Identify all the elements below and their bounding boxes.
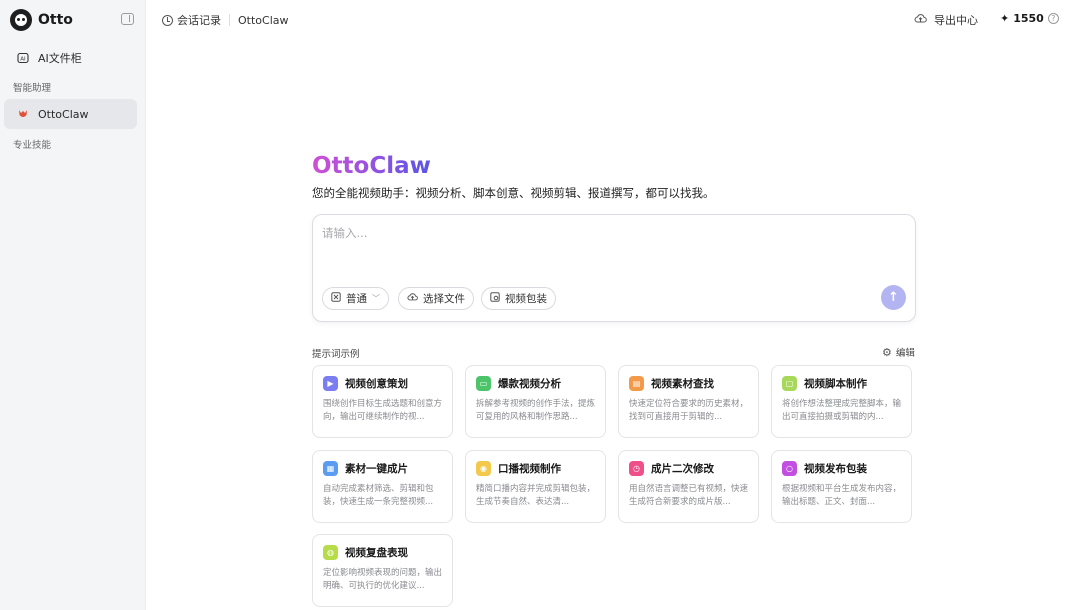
export-label: 导出中心 xyxy=(934,14,978,27)
prompt-card-header: ◷ 成片二次修改 xyxy=(629,461,748,476)
prompt-card-header: ▢ 视频脚本制作 xyxy=(782,376,901,391)
mic-icon: ◉ xyxy=(476,461,491,476)
video-package-button[interactable]: 视频包装 xyxy=(481,287,556,310)
select-file-button[interactable]: 选择文件 xyxy=(398,287,474,310)
play-icon: ▶ xyxy=(323,376,338,391)
mode-label: 普通 xyxy=(346,293,367,305)
prompts-section-label: 提示词示例 xyxy=(312,349,360,360)
claw-icon xyxy=(17,108,29,120)
prompt-card-header: ◉ 口播视频制作 xyxy=(476,461,595,476)
prompt-card[interactable]: ▭ 爆款视频分析拆解参考视频的创作手法，提炼可复用的风格和制作思路... xyxy=(465,365,606,438)
section-label-skills: 专业技能 xyxy=(13,140,52,151)
prompt-card[interactable]: ▢ 视频脚本制作将创作想法整理成完整脚本，输出可直接拍摄或剪辑的内... xyxy=(771,365,912,438)
prompt-card-description: 将创作想法整理成完整脚本，输出可直接拍摄或剪辑的内... xyxy=(782,399,901,422)
prompt-card-title: 视频发布包装 xyxy=(804,463,867,475)
prompt-card-title: 口播视频制作 xyxy=(498,463,561,475)
breadcrumb-divider xyxy=(229,14,230,26)
chevron-down-icon: ﹀ xyxy=(372,294,380,303)
edit-label: 编辑 xyxy=(895,348,915,359)
prompt-card-title: 视频素材查找 xyxy=(651,378,714,390)
help-icon[interactable]: ? xyxy=(1047,13,1059,24)
search-icon: ○ xyxy=(782,461,797,476)
prompt-card-title: 视频复盘表现 xyxy=(345,547,408,559)
prompt-card[interactable]: ○ 视频发布包装根据视频和平台生成发布内容，输出标题、正文、封面... xyxy=(771,450,912,523)
credits-value: 1550 xyxy=(1013,12,1044,25)
prompt-card-title: 视频脚本制作 xyxy=(804,378,867,390)
video-package-label: 视频包装 xyxy=(505,293,547,305)
ai-folder-icon: AI xyxy=(17,52,29,64)
brand[interactable]: Otto xyxy=(10,9,73,31)
prompt-card[interactable]: ◍ 视频复盘表现定位影响视频表现的问题，输出明确、可执行的优化建议... xyxy=(312,534,453,607)
sidebar: Otto AI AI文件柜 智能助理 OttoClaw 专业技能 xyxy=(0,0,146,610)
prompt-card-description: 快速定位符合要求的历史素材，找到可直接用于剪辑的... xyxy=(629,399,748,422)
prompt-card[interactable]: ▦ 素材一键成片自动完成素材筛选、剪辑和包装，快速生成一条完整视频... xyxy=(312,450,453,523)
prompt-card-description: 自动完成素材筛选、剪辑和包装，快速生成一条完整视频... xyxy=(323,484,434,507)
clock-icon xyxy=(162,14,173,26)
prompt-card-title: 视频创意策划 xyxy=(345,378,408,390)
sparkle-icon: ✦ xyxy=(1000,12,1010,25)
breadcrumb-current: OttoClaw xyxy=(238,13,289,27)
prompt-card-title: 成片二次修改 xyxy=(651,463,714,475)
prompt-card-header: ◍ 视频复盘表现 xyxy=(323,545,442,560)
timer-icon: ◷ xyxy=(629,461,644,476)
prompt-card-header: ○ 视频发布包装 xyxy=(782,461,901,476)
prompt-input[interactable] xyxy=(322,226,862,240)
sidebar-item-label: AI文件柜 xyxy=(38,52,82,65)
doc-icon: ▢ xyxy=(782,376,797,391)
section-label-assistants: 智能助理 xyxy=(13,83,52,94)
image-icon: ▤ xyxy=(629,376,644,391)
prompt-card[interactable]: ▶ 视频创意策划围绕创作目标生成选题和创意方向，输出可继续制作的视... xyxy=(312,365,453,438)
brand-name: Otto xyxy=(38,12,73,28)
prompt-card-header: ▦ 素材一键成片 xyxy=(323,461,442,476)
credits-badge[interactable]: ✦ 1550 ? xyxy=(1000,12,1059,25)
prompt-card-header: ▭ 爆款视频分析 xyxy=(476,376,595,391)
otto-logo-icon xyxy=(10,9,32,31)
video-package-icon xyxy=(490,292,500,305)
prompt-card-description: 精简口播内容并完成剪辑包装，生成节奏自然、表达清... xyxy=(476,484,595,507)
prompt-card-title: 爆款视频分析 xyxy=(498,378,561,390)
sidebar-collapse-icon[interactable] xyxy=(121,13,134,25)
mode-icon xyxy=(331,292,341,305)
breadcrumb: 会话记录 OttoClaw xyxy=(162,12,289,28)
prompt-card-description: 根据视频和平台生成发布内容，输出标题、正文、封面... xyxy=(782,484,901,507)
cloud-upload-icon xyxy=(914,13,927,27)
cloud-upload-icon xyxy=(407,292,418,305)
screen-icon: ▭ xyxy=(476,376,491,391)
page-title: OttoClaw xyxy=(312,153,431,179)
sidebar-item-label: OttoClaw xyxy=(38,107,89,121)
film-icon: ▦ xyxy=(323,461,338,476)
svg-text:AI: AI xyxy=(20,56,26,62)
prompt-card-description: 定位影响视频表现的问题，输出明确、可执行的优化建议... xyxy=(323,568,442,591)
export-center-button[interactable]: 导出中心 xyxy=(914,12,978,28)
page-subtitle: 您的全能视频助手：视频分析、脚本创意、视频剪辑、报道撰写，都可以找我。 xyxy=(312,186,715,200)
send-button[interactable]: ↑ xyxy=(881,285,906,310)
sidebar-item-ottoclaw[interactable]: OttoClaw xyxy=(4,99,137,129)
prompt-card[interactable]: ◷ 成片二次修改用自然语言调整已有视频，快速生成符合新要求的成片版... xyxy=(618,450,759,523)
prompt-card-description: 用自然语言调整已有视频，快速生成符合新要求的成片版... xyxy=(629,484,748,507)
topbar: 会话记录 OttoClaw 导出中心 ✦ 1550 ? xyxy=(146,0,1080,38)
prompt-card-title: 素材一键成片 xyxy=(345,463,408,475)
gear-icon: ⚙ xyxy=(882,345,892,359)
edit-prompts-button[interactable]: ⚙ 编辑 xyxy=(882,345,915,360)
chart-icon: ◍ xyxy=(323,545,338,560)
prompt-card-header: ▤ 视频素材查找 xyxy=(629,376,748,391)
composer: 普通 ﹀ 选择文件 视频包装 ↑ xyxy=(312,214,916,322)
prompt-card[interactable]: ▤ 视频素材查找快速定位符合要求的历史素材，找到可直接用于剪辑的... xyxy=(618,365,759,438)
sidebar-item-ai-cabinet[interactable]: AI AI文件柜 xyxy=(4,43,137,73)
history-link[interactable]: 会话记录 xyxy=(177,12,221,28)
prompt-card[interactable]: ◉ 口播视频制作精简口播内容并完成剪辑包装，生成节奏自然、表达清... xyxy=(465,450,606,523)
arrow-up-icon: ↑ xyxy=(888,290,899,305)
prompt-card-header: ▶ 视频创意策划 xyxy=(323,376,442,391)
prompt-card-description: 拆解参考视频的创作手法，提炼可复用的风格和制作思路... xyxy=(476,399,595,422)
prompt-card-description: 围绕创作目标生成选题和创意方向，输出可继续制作的视... xyxy=(323,399,442,422)
select-file-label: 选择文件 xyxy=(423,293,465,305)
mode-select[interactable]: 普通 ﹀ xyxy=(322,287,389,310)
